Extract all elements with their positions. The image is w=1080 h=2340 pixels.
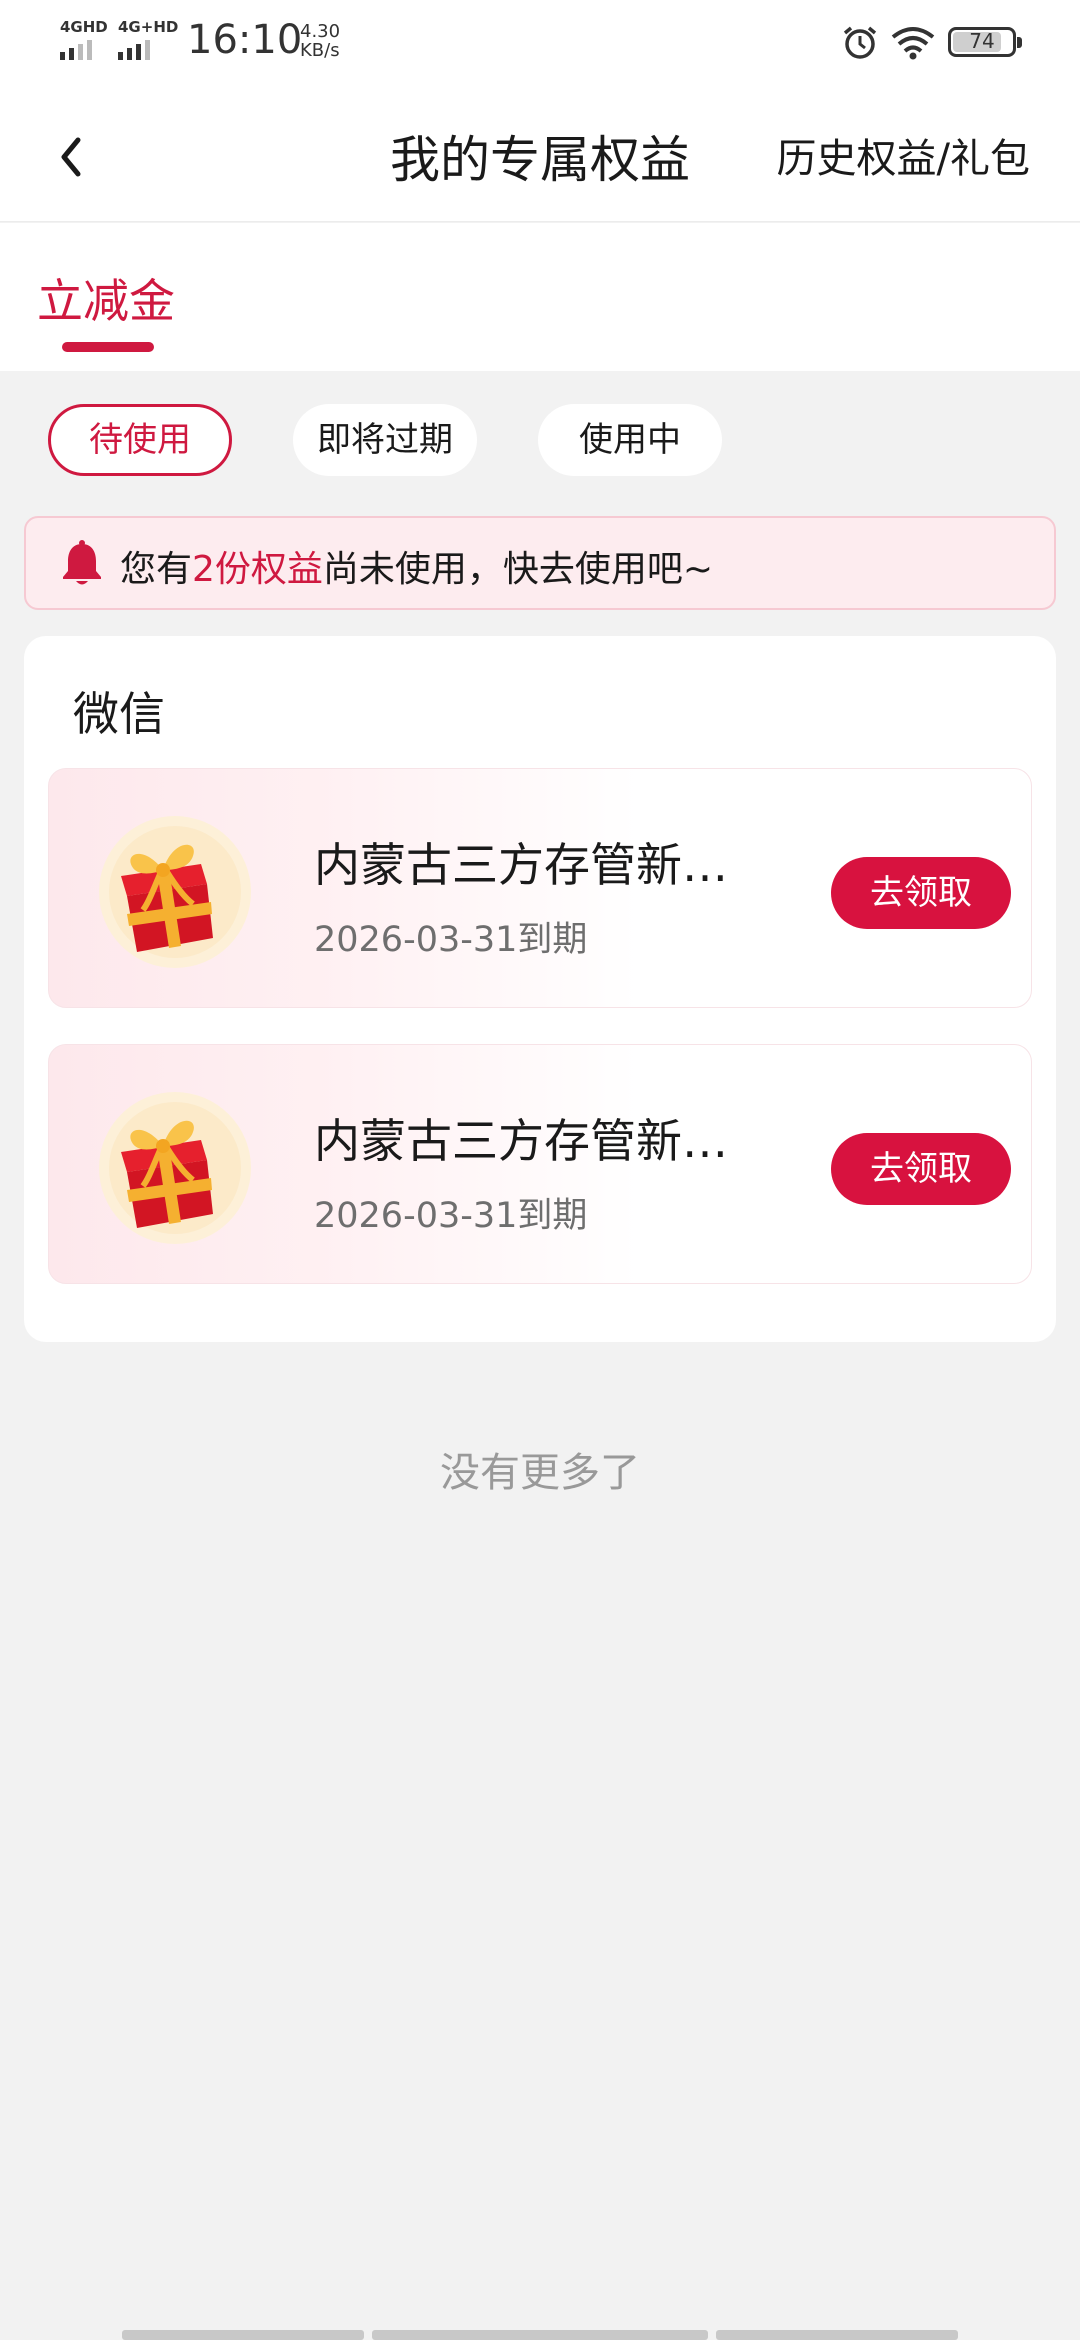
sim1-signal: 4GHD	[60, 18, 108, 60]
coupon-name: 内蒙古三方存管新…	[314, 1114, 728, 1168]
status-bar: 4GHD 4G+HD 16:10 4.30 KB/s 74	[0, 0, 1080, 90]
battery-level: 74	[969, 29, 995, 53]
battery-icon: 74	[948, 27, 1022, 57]
signal-bars-icon	[118, 40, 178, 60]
claim-button[interactable]: 去领取	[831, 1133, 1011, 1205]
signal-bars-icon	[60, 40, 108, 60]
bell-icon	[59, 540, 105, 592]
coupon-expiry: 2026-03-31到期	[314, 920, 588, 960]
notice-suffix: 尚未使用，快去使用吧~	[322, 549, 714, 590]
list-item: 内蒙古三方存管新… 2026-03-31到期 去领取	[48, 768, 1032, 1008]
coupon-name: 内蒙古三方存管新…	[314, 838, 728, 892]
sim2-signal: 4G+HD	[118, 18, 178, 60]
gift-box-icon	[97, 1090, 253, 1246]
end-of-list-text: 没有更多了	[440, 1450, 640, 1496]
tab-active-indicator	[62, 342, 154, 352]
wifi-icon	[890, 26, 936, 64]
list-item: 内蒙古三方存管新… 2026-03-31到期 去领取	[48, 1044, 1032, 1284]
alarm-icon	[842, 25, 878, 65]
unused-benefits-notice: 您有2份权益尚未使用，快去使用吧~	[24, 516, 1056, 610]
coupon-expiry: 2026-03-31到期	[314, 1196, 588, 1236]
gift-box-icon	[97, 814, 253, 970]
navigation-gesture-bar	[0, 2330, 1080, 2340]
tab-bar: 立减金	[0, 223, 1080, 371]
network-speed-value: 4.30	[300, 21, 341, 42]
filter-to-use[interactable]: 待使用	[48, 404, 232, 476]
notice-highlight: 2份权益	[192, 549, 323, 590]
page: 4GHD 4G+HD 16:10 4.30 KB/s 74 我的专属权益 历史权…	[0, 0, 1080, 2340]
filter-expiring-soon[interactable]: 即将过期	[293, 404, 477, 476]
header: 我的专属权益 历史权益/礼包	[0, 90, 1080, 222]
claim-button[interactable]: 去领取	[831, 857, 1011, 929]
tab-instant-discount[interactable]: 立减金	[37, 265, 175, 331]
network-speed-unit: KB/s	[300, 40, 340, 61]
notice-prefix: 您有	[120, 549, 193, 590]
filter-chips: 待使用 即将过期 使用中	[0, 404, 1080, 478]
notice-text: 您有2份权益尚未使用，快去使用吧~	[120, 540, 713, 592]
status-time: 16:10	[187, 17, 303, 63]
filter-in-use[interactable]: 使用中	[538, 404, 722, 476]
section-title: 微信	[73, 687, 165, 741]
history-benefits-link[interactable]: 历史权益/礼包	[777, 126, 1030, 184]
benefits-card: 微信 内蒙古三方存管新… 2026-03-31到期 去领取 内蒙古三方存管新… …	[24, 636, 1056, 1342]
sim1-label: 4GHD	[60, 18, 108, 36]
network-speed: 4.30 KB/s	[300, 22, 340, 60]
sim2-label: 4G+HD	[118, 18, 179, 36]
